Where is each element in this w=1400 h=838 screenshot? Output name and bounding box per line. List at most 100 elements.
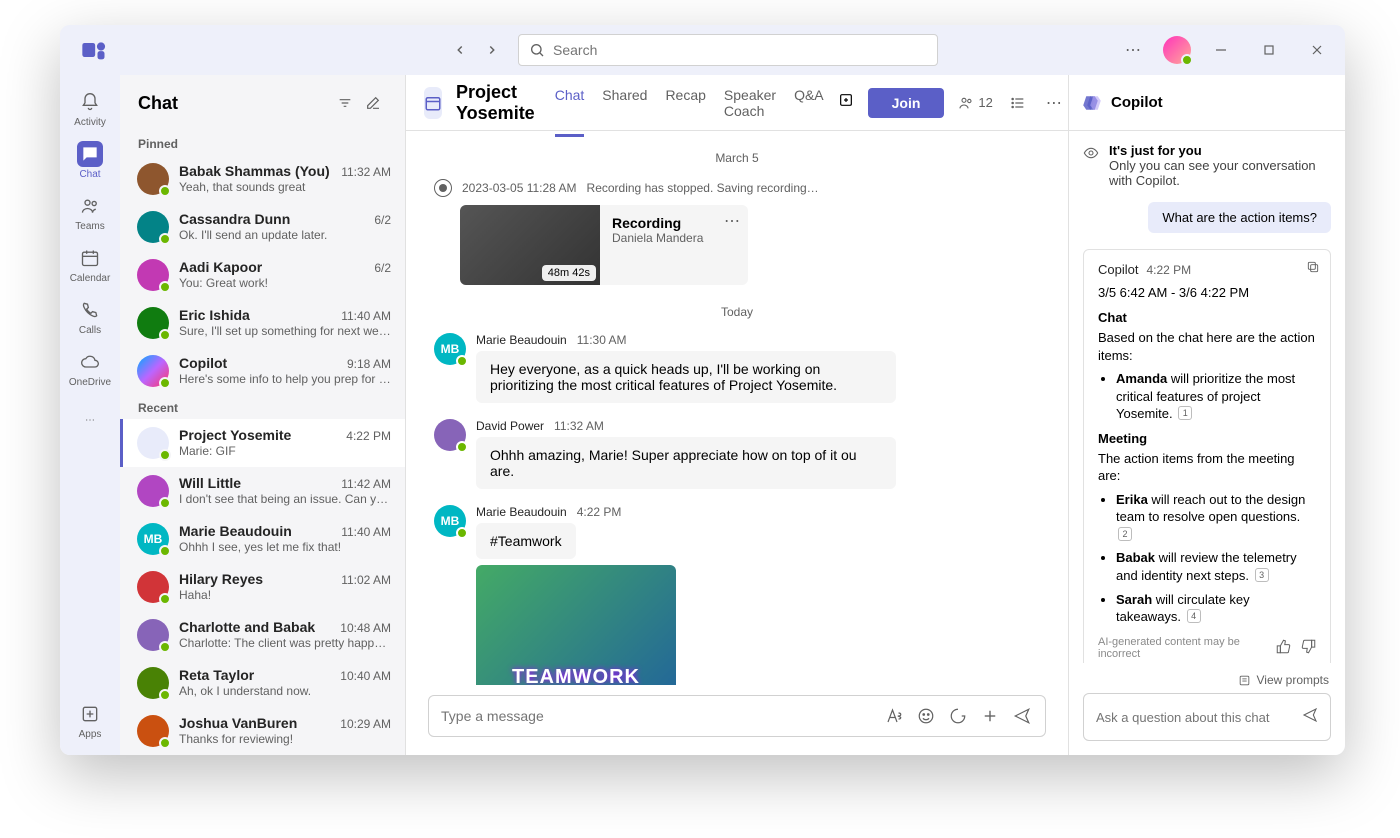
chat-preview: You: Great work! bbox=[179, 276, 391, 290]
message-avatar: MB bbox=[434, 333, 466, 365]
recording-thumbnail: 48m 42s bbox=[460, 205, 600, 285]
people-icon bbox=[958, 95, 974, 111]
attach-button[interactable] bbox=[979, 705, 1001, 727]
search-input-wrapper[interactable] bbox=[518, 34, 938, 66]
copy-button[interactable] bbox=[1306, 260, 1320, 277]
filter-button[interactable] bbox=[331, 89, 359, 117]
rail-more[interactable]: ⋯ bbox=[62, 395, 118, 445]
join-button[interactable]: Join bbox=[868, 88, 945, 118]
emoji-button[interactable] bbox=[915, 705, 937, 727]
nav-forward-button[interactable] bbox=[480, 38, 504, 62]
window-close-button[interactable] bbox=[1299, 32, 1335, 68]
rail-teams[interactable]: Teams bbox=[62, 187, 118, 237]
chat-list-item[interactable]: Hilary Reyes11:02 AMHaha! bbox=[120, 563, 405, 611]
message-avatar: MB bbox=[434, 505, 466, 537]
rail-calls[interactable]: Calls bbox=[62, 291, 118, 341]
citation-ref[interactable]: 2 bbox=[1118, 527, 1132, 541]
chat-list-item[interactable]: Joshua VanBuren10:29 AMThanks for review… bbox=[120, 707, 405, 755]
list-button[interactable] bbox=[1007, 92, 1029, 114]
teams-logo-icon bbox=[80, 36, 108, 64]
copilot-input-wrapper[interactable] bbox=[1083, 693, 1331, 741]
bell-icon bbox=[80, 92, 100, 112]
message-input[interactable] bbox=[441, 708, 873, 724]
chat-list-item[interactable]: Babak Shammas (You)11:32 AMYeah, that so… bbox=[120, 155, 405, 203]
eye-icon bbox=[1083, 145, 1099, 161]
loop-button[interactable] bbox=[947, 705, 969, 727]
action-item: Sarah will circulate key takeaways. 4 bbox=[1116, 591, 1316, 626]
search-input[interactable] bbox=[553, 42, 927, 58]
rail-activity[interactable]: Activity bbox=[62, 83, 118, 133]
format-button[interactable] bbox=[883, 705, 905, 727]
tab-recap[interactable]: Recap bbox=[665, 69, 705, 137]
view-prompts-link[interactable]: View prompts bbox=[1069, 663, 1345, 693]
user-prompt-bubble: What are the action items? bbox=[1148, 202, 1331, 233]
presence-icon bbox=[159, 449, 171, 461]
presence-icon bbox=[159, 497, 171, 509]
citation-ref[interactable]: 4 bbox=[1187, 609, 1201, 623]
message-sender: David Power bbox=[476, 419, 544, 433]
message-time: 4:22 PM bbox=[577, 505, 622, 519]
tab-shared[interactable]: Shared bbox=[602, 69, 647, 137]
settings-more-button[interactable]: ⋯ bbox=[1115, 32, 1151, 68]
thumbs-down-button[interactable] bbox=[1301, 639, 1316, 657]
recording-card[interactable]: 48m 42s RecordingDaniela Mandera ⋯ bbox=[460, 205, 748, 285]
rail-apps[interactable]: Apps bbox=[62, 695, 118, 745]
conversation-panel: Project Yosemite ChatSharedRecapSpeaker … bbox=[406, 75, 1069, 755]
chat-list-item[interactable]: Copilot9:18 AMHere's some info to help y… bbox=[120, 347, 405, 395]
add-tab-button[interactable] bbox=[838, 92, 854, 113]
compose-box[interactable] bbox=[428, 695, 1046, 737]
rail-label: Teams bbox=[75, 221, 104, 232]
participant-count[interactable]: 12 bbox=[958, 95, 992, 111]
send-button[interactable] bbox=[1011, 705, 1033, 727]
chat-list-item[interactable]: Reta Taylor10:40 AMAh, ok I understand n… bbox=[120, 659, 405, 707]
rail-calendar[interactable]: Calendar bbox=[62, 239, 118, 289]
chat-list-item[interactable]: MBMarie Beaudouin11:40 AMOhhh I see, yes… bbox=[120, 515, 405, 563]
chat-list-item[interactable]: Charlotte and Babak10:48 AMCharlotte: Th… bbox=[120, 611, 405, 659]
citation-ref[interactable]: 1 bbox=[1178, 406, 1192, 420]
copilot-input[interactable] bbox=[1096, 710, 1302, 725]
chat-name: Reta Taylor bbox=[179, 667, 254, 683]
chat-name: Copilot bbox=[179, 355, 227, 371]
tab-q-a[interactable]: Q&A bbox=[794, 69, 824, 137]
gif-attachment[interactable]: TEAMWORK bbox=[476, 565, 676, 685]
window-minimize-button[interactable] bbox=[1203, 32, 1239, 68]
chat-list-item[interactable]: Aadi Kapoor6/2You: Great work! bbox=[120, 251, 405, 299]
chat-preview: Here's some info to help you prep for yo… bbox=[179, 372, 391, 386]
chat-list-item[interactable]: Will Little11:42 AMI don't see that bein… bbox=[120, 467, 405, 515]
tab-speaker-coach[interactable]: Speaker Coach bbox=[724, 69, 776, 137]
window-maximize-button[interactable] bbox=[1251, 32, 1287, 68]
tab-chat[interactable]: Chat bbox=[555, 69, 585, 137]
message: MBMarie Beaudouin11:30 AMHey everyone, a… bbox=[434, 333, 1040, 403]
message-avatar bbox=[434, 419, 466, 451]
chat-preview: Ok. I'll send an update later. bbox=[179, 228, 391, 242]
people-icon bbox=[80, 196, 100, 216]
chat-list-item[interactable]: Eric Ishida11:40 AMSure, I'll set up som… bbox=[120, 299, 405, 347]
rail-chat[interactable]: Chat bbox=[62, 135, 118, 185]
chat-time: 6/2 bbox=[374, 261, 391, 275]
presence-icon bbox=[159, 593, 171, 605]
chat-list-item[interactable]: Cassandra Dunn6/2Ok. I'll send an update… bbox=[120, 203, 405, 251]
chat-avatar bbox=[137, 307, 169, 339]
chat-avatar bbox=[137, 259, 169, 291]
chat-time: 11:32 AM bbox=[341, 165, 391, 179]
nav-back-button[interactable] bbox=[448, 38, 472, 62]
cloud-icon bbox=[80, 352, 100, 372]
send-button[interactable] bbox=[1302, 707, 1318, 728]
user-avatar[interactable] bbox=[1163, 36, 1191, 64]
section-recent: Recent bbox=[120, 395, 405, 419]
chat-avatar bbox=[137, 475, 169, 507]
chat-preview: Sure, I'll set up something for next wee… bbox=[179, 324, 391, 338]
citation-ref[interactable]: 3 bbox=[1255, 568, 1269, 582]
thumbs-up-button[interactable] bbox=[1276, 639, 1291, 657]
message-time: 11:32 AM bbox=[554, 419, 604, 433]
new-chat-button[interactable] bbox=[359, 89, 387, 117]
presence-icon bbox=[159, 545, 171, 557]
rail-onedrive[interactable]: OneDrive bbox=[62, 343, 118, 393]
app-rail: Activity Chat Teams Calendar Calls OneDr… bbox=[60, 75, 120, 755]
recording-by: Daniela Mandera bbox=[612, 231, 736, 245]
more-button[interactable]: ⋯ bbox=[1043, 92, 1065, 114]
chat-list-item[interactable]: Project Yosemite4:22 PMMarie: GIF bbox=[120, 419, 405, 467]
record-stop-icon bbox=[434, 179, 452, 197]
chat-avatar bbox=[137, 619, 169, 651]
recording-more-button[interactable]: ⋯ bbox=[724, 211, 740, 231]
